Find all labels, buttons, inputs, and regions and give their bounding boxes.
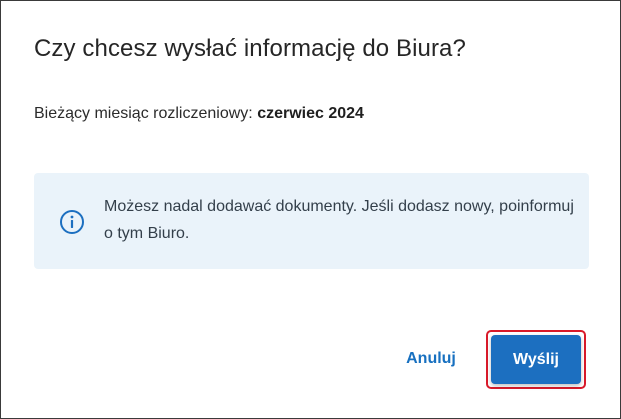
- cancel-button[interactable]: Anuluj: [396, 344, 466, 374]
- send-info-dialog: Czy chcesz wysłać informację do Biura? B…: [0, 0, 621, 419]
- info-notice-text: Możesz nadal dodawać dokumenty. Jeśli do…: [104, 198, 574, 242]
- info-circle-icon: [59, 209, 85, 235]
- dialog-title: Czy chcesz wysłać informację do Biura?: [34, 35, 466, 62]
- billing-period: Bieżący miesiąc rozliczeniowy: czerwiec …: [34, 105, 364, 123]
- billing-period-value: czerwiec 2024: [257, 105, 364, 122]
- send-button[interactable]: Wyślij: [491, 335, 581, 384]
- billing-period-label: Bieżący miesiąc rozliczeniowy:: [34, 105, 253, 122]
- info-notice: Możesz nadal dodawać dokumenty. Jeśli do…: [34, 173, 589, 269]
- send-button-focus-outline: Wyślij: [486, 330, 586, 389]
